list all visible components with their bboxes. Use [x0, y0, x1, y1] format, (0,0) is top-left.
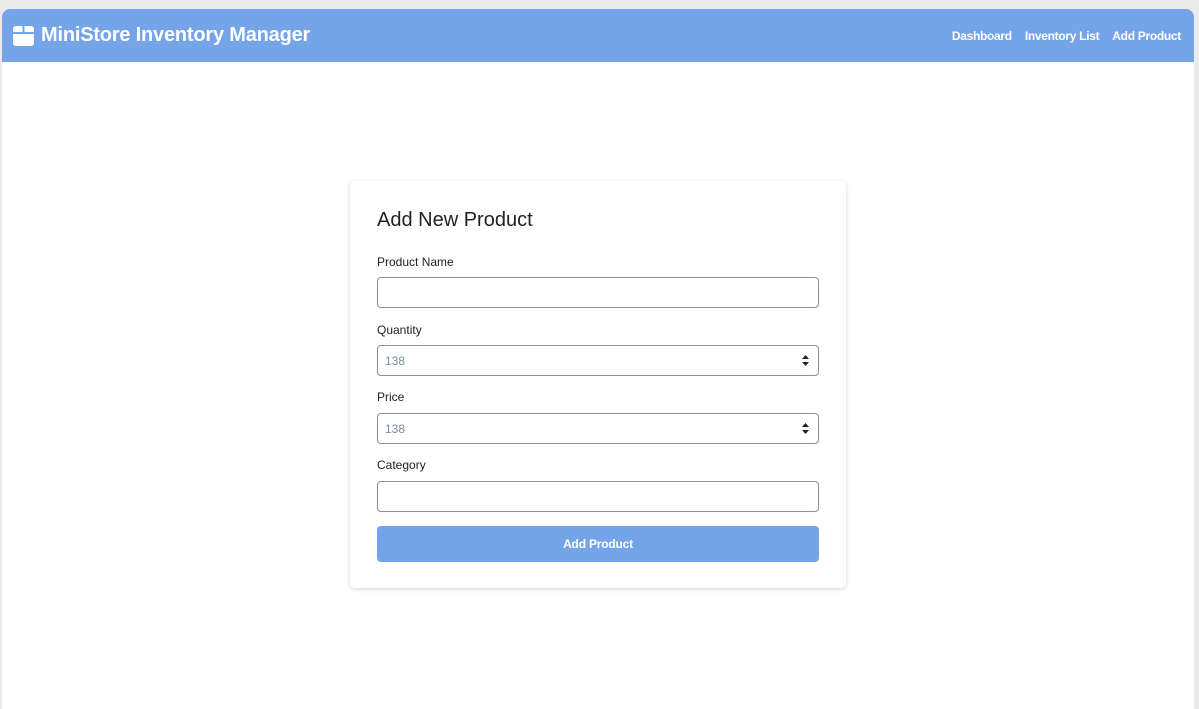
- nav-link-dashboard[interactable]: Dashboard: [952, 29, 1012, 43]
- navbar: MiniStore Inventory Manager Dashboard In…: [2, 9, 1194, 62]
- quantity-stepper[interactable]: [802, 355, 809, 366]
- category-input[interactable]: [377, 481, 819, 512]
- quantity-field: [377, 345, 819, 376]
- app-title: MiniStore Inventory Manager: [41, 24, 311, 46]
- quantity-input[interactable]: [378, 346, 788, 375]
- app-window: MiniStore Inventory Manager Dashboard In…: [2, 9, 1194, 709]
- product-name-input[interactable]: [377, 277, 819, 308]
- price-stepper[interactable]: [802, 423, 809, 434]
- brand[interactable]: MiniStore Inventory Manager: [13, 9, 310, 62]
- add-product-button[interactable]: Add Product: [377, 526, 819, 562]
- nav-links: Dashboard Inventory List Add Product: [939, 9, 1181, 62]
- price-field: [377, 413, 819, 444]
- product-name-label: Product Name: [377, 255, 454, 269]
- form-title: Add New Product: [377, 209, 533, 231]
- package-box-icon: [13, 25, 34, 46]
- price-input[interactable]: [378, 414, 788, 443]
- quantity-label: Quantity: [377, 323, 422, 337]
- price-label: Price: [377, 390, 405, 404]
- nav-link-inventory-list[interactable]: Inventory List: [1025, 29, 1100, 43]
- nav-link-add-product[interactable]: Add Product: [1112, 29, 1181, 43]
- add-product-card: Add New Product Product Name Quantity Pr…: [350, 181, 846, 588]
- category-label: Category: [377, 458, 426, 472]
